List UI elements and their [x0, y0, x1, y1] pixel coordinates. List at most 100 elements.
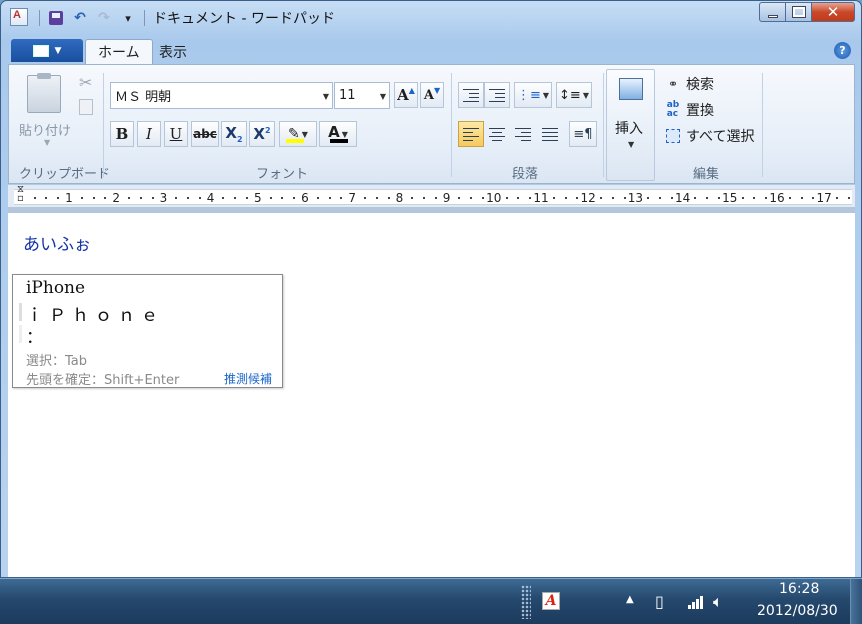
insert-button[interactable]: 挿入 ▼	[606, 69, 655, 181]
replace-label: 置換	[686, 103, 714, 119]
clock-time[interactable]: 16:28	[779, 581, 819, 597]
volume-icon[interactable]: 🔈︎	[713, 592, 723, 612]
superscript-button[interactable]: X2	[249, 121, 275, 147]
copy-icon[interactable]	[79, 99, 93, 115]
align-center-button[interactable]	[484, 121, 510, 147]
down-arrow-icon: ▼	[433, 85, 441, 95]
save-button[interactable]	[46, 8, 66, 28]
chevron-down-icon: ▼	[582, 90, 589, 100]
ime-candidate-2[interactable]: ｉＰｈｏｎｅ	[26, 301, 164, 326]
cut-icon[interactable]: ✂	[79, 73, 92, 92]
paste-icon[interactable]	[27, 73, 61, 113]
document-text[interactable]: あいふぉ	[23, 230, 91, 255]
subscript-icon: X2	[225, 124, 242, 144]
ruler-number: 7	[348, 191, 357, 205]
network-icon[interactable]	[688, 593, 703, 609]
ime-hint-select: 選択：Tab	[26, 354, 88, 369]
font-size-dropdown[interactable]: 11 ▼	[334, 82, 390, 109]
font-color-button[interactable]: A ▼	[319, 121, 357, 147]
decrease-indent-button[interactable]	[458, 82, 484, 108]
ruler-number: 11	[533, 191, 549, 205]
highlight-color-button[interactable]: ✎ ▼	[279, 121, 317, 147]
bold-button[interactable]: B	[110, 121, 134, 147]
indent-marker[interactable]: ⧖ ▫	[17, 185, 24, 204]
insert-label: 挿入	[615, 121, 643, 137]
select-all-icon	[664, 127, 682, 145]
application-menu-button[interactable]: ▼	[11, 39, 83, 62]
bullet-list-button[interactable]: ⋮≡ ▼	[514, 82, 552, 108]
ruler-number: 10	[486, 191, 502, 205]
power-icon[interactable]: ▯	[655, 592, 664, 611]
ruler-tick	[269, 197, 272, 199]
ruler-tick	[647, 197, 650, 199]
ruler-tick	[600, 197, 602, 199]
ruler-number: 5	[253, 191, 262, 205]
paste-dropdown-icon[interactable]: ▼	[44, 138, 50, 147]
customize-qat-button[interactable]: ▾	[118, 8, 138, 28]
ruler-track[interactable]: 1 2 3 4 5 6 7 8 9 10 11 12 13 14 15 16 17	[14, 189, 852, 205]
font-family-value: ＭＳ 明朝	[115, 90, 172, 105]
redo-button[interactable]: ↷	[94, 8, 114, 28]
wordpad-app-icon[interactable]	[10, 8, 28, 26]
ime-candidate-window[interactable]: iPhone ｉＰｈｏｎｅ ： 選択：Tab 先頭を確定：Shift+Enter…	[12, 274, 283, 388]
ruler-tick	[670, 197, 673, 199]
show-desktop-button[interactable]	[850, 579, 862, 624]
title-bar[interactable]: ↶ ↷ ▾ ドキュメント - ワードパッド ✕	[1, 1, 861, 35]
tray-app-icon[interactable]: A	[542, 592, 560, 610]
ribbon: 貼り付け ▼ ✂ クリップボード ＭＳ 明朝 ▼ 11 ▼ A▲ A▼ B	[8, 64, 855, 184]
ruler-tick	[505, 197, 508, 199]
underline-button[interactable]: U	[164, 121, 188, 147]
ime-candidate-3[interactable]: ：	[26, 323, 43, 348]
select-all-button[interactable]: すべて選択	[664, 126, 754, 146]
ruler-tick	[80, 197, 83, 199]
font-family-dropdown[interactable]: ＭＳ 明朝 ▼	[110, 82, 333, 109]
line-spacing-button[interactable]: ↕≡ ▼	[556, 82, 592, 108]
superscript-letter: X	[253, 125, 265, 143]
group-divider	[762, 73, 763, 177]
find-button[interactable]: ⚭ 検索	[664, 74, 714, 94]
help-icon[interactable]: ?	[834, 42, 851, 59]
increase-indent-button[interactable]	[484, 82, 510, 108]
ruler-tick	[175, 197, 178, 199]
italic-button[interactable]: I	[137, 121, 161, 147]
subscript-mark: 2	[237, 135, 243, 144]
ime-suggest-label[interactable]: 推測候補	[224, 370, 272, 387]
ruler-tick	[423, 197, 425, 199]
superscript-icon: X2	[253, 125, 270, 143]
ruler-tick	[788, 197, 791, 199]
ruler[interactable]: 1 2 3 4 5 6 7 8 9 10 11 12 13 14 15 16 17 ⧖ ▫	[8, 185, 855, 213]
ime-candidate-1[interactable]: iPhone	[26, 278, 85, 298]
clock-date[interactable]: 2012/08/30	[757, 603, 838, 619]
show-hidden-icons-icon[interactable]: ▲	[626, 594, 634, 605]
strikethrough-icon: abc	[193, 127, 217, 141]
justify-button[interactable]	[537, 121, 563, 147]
shrink-font-button[interactable]: A ▼	[420, 82, 444, 108]
subscript-button[interactable]: X2	[221, 121, 247, 147]
paragraph-settings-button[interactable]: ≡¶	[569, 121, 597, 147]
undo-button[interactable]: ↶	[70, 8, 90, 28]
strikethrough-button[interactable]: abc	[191, 121, 219, 147]
close-button[interactable]: ✕	[811, 2, 855, 22]
tab-view[interactable]: 表示	[147, 39, 199, 64]
minimize-button[interactable]	[759, 2, 785, 22]
ruler-tick	[364, 197, 366, 199]
tab-home[interactable]: ホーム	[85, 39, 153, 64]
align-right-icon	[515, 127, 531, 141]
binoculars-icon: ⚭	[667, 77, 679, 91]
paste-button-label[interactable]: 貼り付け	[19, 120, 71, 139]
chevron-down-icon: ▼	[379, 92, 386, 101]
taskbar-grip[interactable]	[521, 585, 531, 619]
document-editor[interactable]: あいふぉ iPhone ｉＰｈｏｎｅ ： 選択：Tab 先頭を確定：Shift+…	[8, 213, 855, 577]
grow-font-button[interactable]: A ▲	[394, 82, 418, 108]
ruler-tick	[92, 197, 95, 199]
ribbon-tabs: ▼ ホーム 表示 ?	[8, 38, 855, 64]
line-spacing-icon: ↕≡	[559, 87, 581, 103]
replace-button[interactable]: ab ac 置換	[664, 100, 714, 120]
ruler-tick	[470, 197, 473, 199]
align-left-button[interactable]	[458, 121, 484, 147]
chevron-down-icon: ▼	[341, 129, 348, 139]
ruler-number: 3	[159, 191, 168, 205]
maximize-button[interactable]	[785, 2, 811, 22]
decrease-indent-icon	[463, 88, 479, 102]
align-right-button[interactable]	[510, 121, 536, 147]
